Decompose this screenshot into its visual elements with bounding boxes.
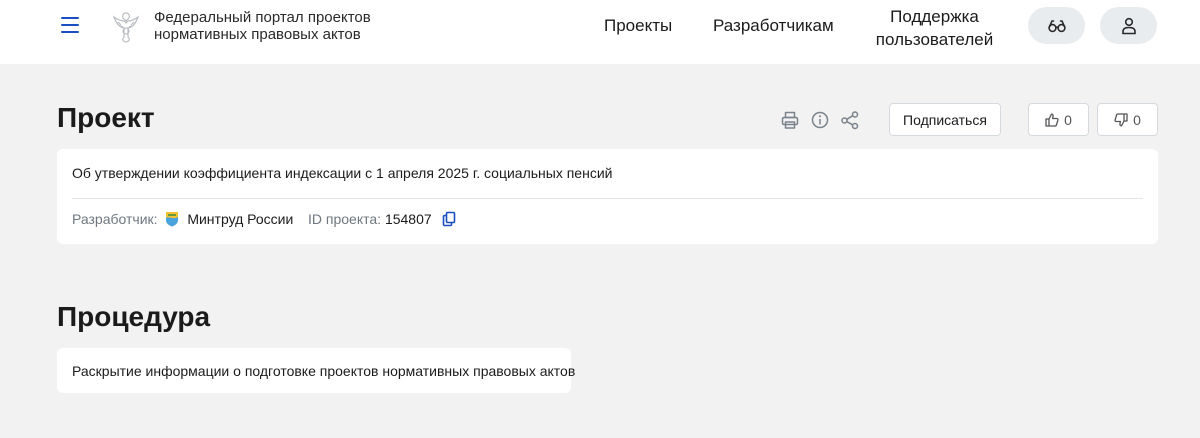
procedure-text: Раскрытие информации о подготовке проект…: [72, 363, 576, 379]
project-heading: Проект: [57, 102, 155, 133]
project-name: Об утверждении коэффициента индексации с…: [72, 165, 613, 181]
project-id-label: ID проекта:: [308, 211, 382, 227]
nav-support-link[interactable]: Поддержка пользователей: [874, 5, 995, 51]
thumbs-up-icon: [1045, 113, 1059, 127]
portal-title-line1: Федеральный портал проектов: [154, 9, 371, 26]
menu-icon[interactable]: [61, 17, 81, 35]
nav-projects-link[interactable]: Проекты: [604, 16, 672, 36]
accessibility-button[interactable]: [1028, 7, 1085, 44]
nav-developers-link[interactable]: Разработчикам: [713, 16, 834, 36]
divider: [72, 198, 1143, 199]
copy-icon[interactable]: [442, 211, 456, 227]
ministry-logo-icon: [166, 212, 179, 227]
developer-label: Разработчик:: [72, 211, 158, 227]
emblem-icon: [112, 12, 140, 43]
nav-support-line2: пользователей: [875, 30, 994, 49]
portal-title[interactable]: Федеральный портал проектов нормативных …: [154, 9, 414, 43]
developer-value[interactable]: Минтруд России: [187, 211, 293, 227]
procedure-card: Раскрытие информации о подготовке проект…: [57, 348, 575, 393]
dislike-button[interactable]: 0: [1097, 103, 1158, 136]
user-account-button[interactable]: [1100, 7, 1157, 44]
glasses-icon: [1047, 19, 1066, 32]
project-id-value: 154807: [384, 211, 432, 227]
project-developer: Разработчик: Минтруд России: [72, 211, 293, 227]
like-button[interactable]: 0: [1028, 103, 1089, 136]
print-icon[interactable]: [780, 110, 800, 130]
portal-title-line2: нормативных правовых актов: [154, 26, 361, 43]
site-header: Федеральный портал проектов нормативных …: [0, 0, 1200, 64]
share-icon[interactable]: [840, 110, 860, 130]
thumbs-down-icon: [1114, 112, 1128, 126]
info-icon[interactable]: [810, 110, 830, 130]
project-card: Об утверждении коэффициента индексации с…: [57, 149, 1158, 244]
project-id: ID проекта: 154807: [308, 211, 456, 227]
dislike-count: 0: [1133, 111, 1141, 128]
like-count: 0: [1064, 111, 1072, 128]
nav-support-line1: Поддержка: [890, 7, 979, 26]
procedure-heading: Процедура: [57, 301, 211, 332]
user-icon: [1121, 17, 1136, 34]
subscribe-button[interactable]: Подписаться: [889, 103, 1001, 136]
